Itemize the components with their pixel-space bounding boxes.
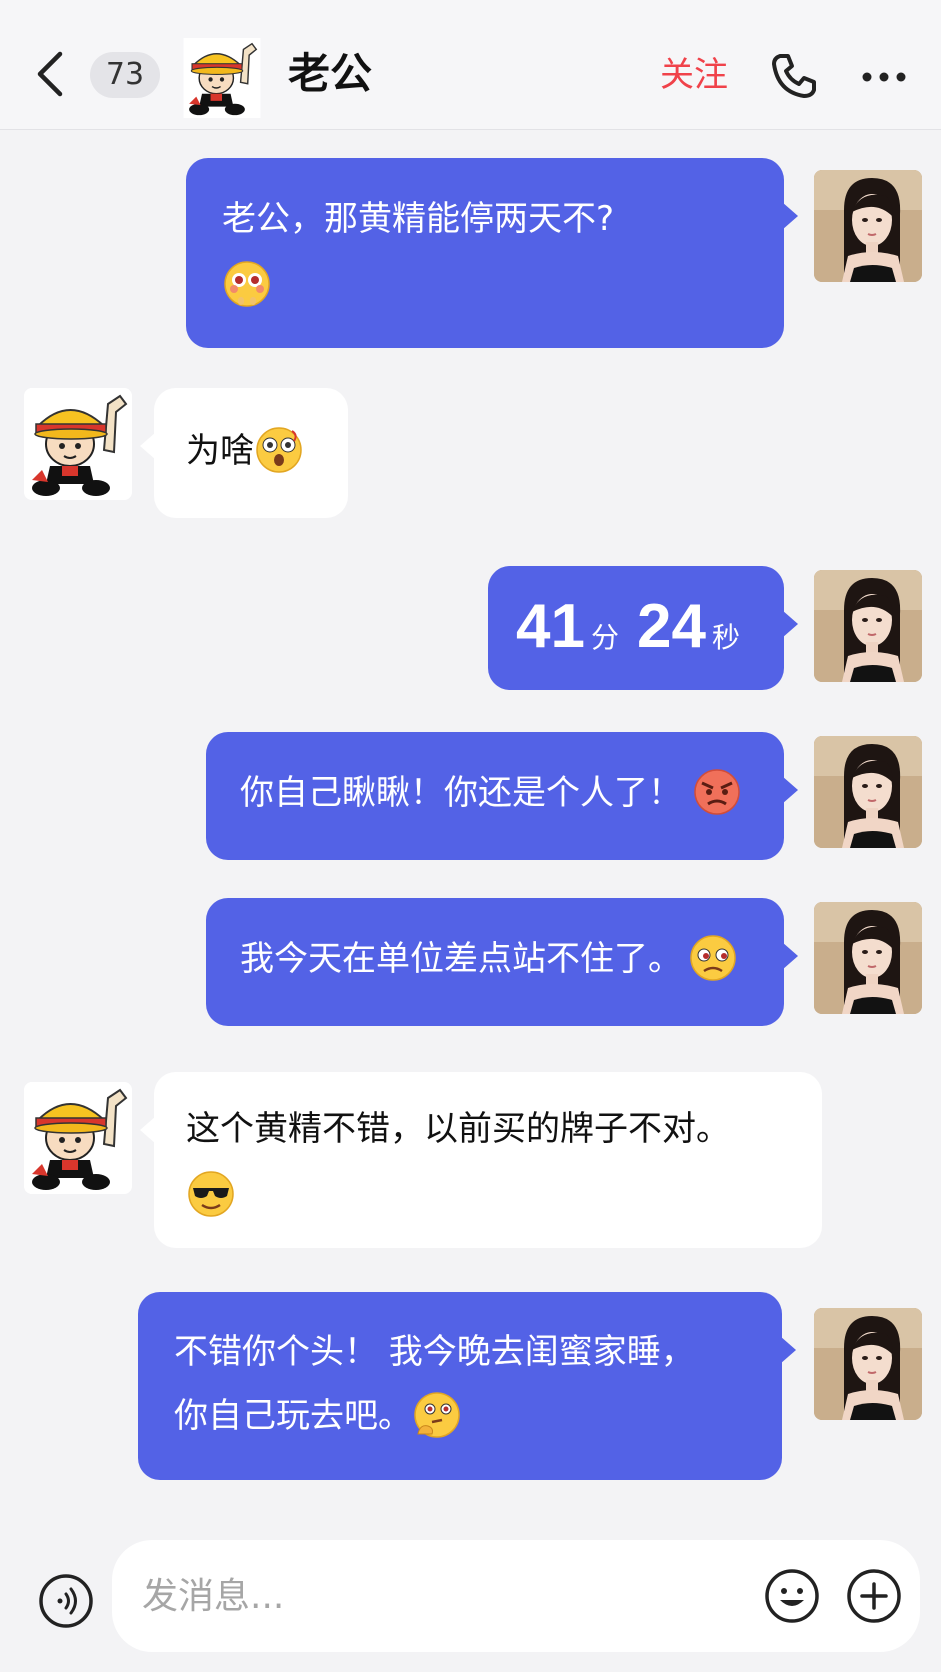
sad-face-icon xyxy=(688,933,738,983)
phone-call-icon[interactable] xyxy=(768,50,820,102)
message-bubble[interactable]: 不错你个头！ 我今晚去闺蜜家睡， 你自己玩去吧。 xyxy=(138,1292,796,1480)
message-bubble[interactable]: 你自己瞅瞅！你还是个人了！ xyxy=(206,732,798,860)
contact-avatar[interactable] xyxy=(24,388,132,500)
my-avatar[interactable] xyxy=(814,736,922,848)
message-text: 不错你个头！ 我今晚去闺蜜家睡， xyxy=(174,1332,695,1372)
message-text: 这个黄精不错，以前买的牌子不对。 xyxy=(186,1109,730,1149)
message-text: 你自己玩去吧。 xyxy=(174,1396,412,1436)
unread-count-badge: 73 xyxy=(90,52,160,98)
minutes-unit: 分 xyxy=(590,622,619,653)
my-avatar[interactable] xyxy=(814,170,922,282)
chat-header: 73 老公 关注 xyxy=(0,0,941,130)
follow-button[interactable]: 关注 xyxy=(660,50,728,100)
message-text: 为啥 xyxy=(186,431,254,471)
contact-avatar[interactable] xyxy=(182,38,262,118)
back-arrow-icon[interactable] xyxy=(30,48,70,100)
message-bubble[interactable]: 这个黄精不错，以前买的牌子不对。 xyxy=(140,1072,822,1248)
call-minutes: 41 xyxy=(516,592,585,661)
contact-avatar[interactable] xyxy=(24,1082,132,1194)
chat-title: 老公 xyxy=(288,49,373,98)
message-text: 我今天在单位差点站不住了。 xyxy=(240,939,682,979)
my-avatar[interactable] xyxy=(814,570,922,682)
flushed-face-icon xyxy=(222,259,272,309)
my-avatar[interactable] xyxy=(814,902,922,1014)
message-bubble[interactable]: 老公，那黄精能停两天不? xyxy=(186,158,798,348)
emoji-picker-icon[interactable] xyxy=(764,1568,820,1624)
sunglasses-face-icon xyxy=(186,1169,236,1219)
seconds-unit: 秒 xyxy=(711,622,740,653)
astonished-face-icon xyxy=(254,425,304,475)
message-bubble[interactable]: 为啥 xyxy=(140,388,348,518)
more-options-icon[interactable] xyxy=(860,70,908,84)
message-text: 老公，那黄精能停两天不? xyxy=(222,199,615,239)
angry-face-icon xyxy=(692,767,742,817)
voice-input-icon[interactable] xyxy=(38,1573,94,1629)
message-bubble[interactable]: 我今天在单位差点站不住了。 xyxy=(206,898,798,1026)
call-duration-bubble[interactable]: 41 分 24 秒 xyxy=(488,566,798,690)
my-avatar[interactable] xyxy=(814,1308,922,1420)
call-seconds: 24 xyxy=(636,592,706,661)
add-attachment-icon[interactable] xyxy=(846,1568,902,1624)
thinking-face-icon xyxy=(412,1390,462,1440)
message-text: 你自己瞅瞅！你还是个人了！ xyxy=(240,773,682,813)
